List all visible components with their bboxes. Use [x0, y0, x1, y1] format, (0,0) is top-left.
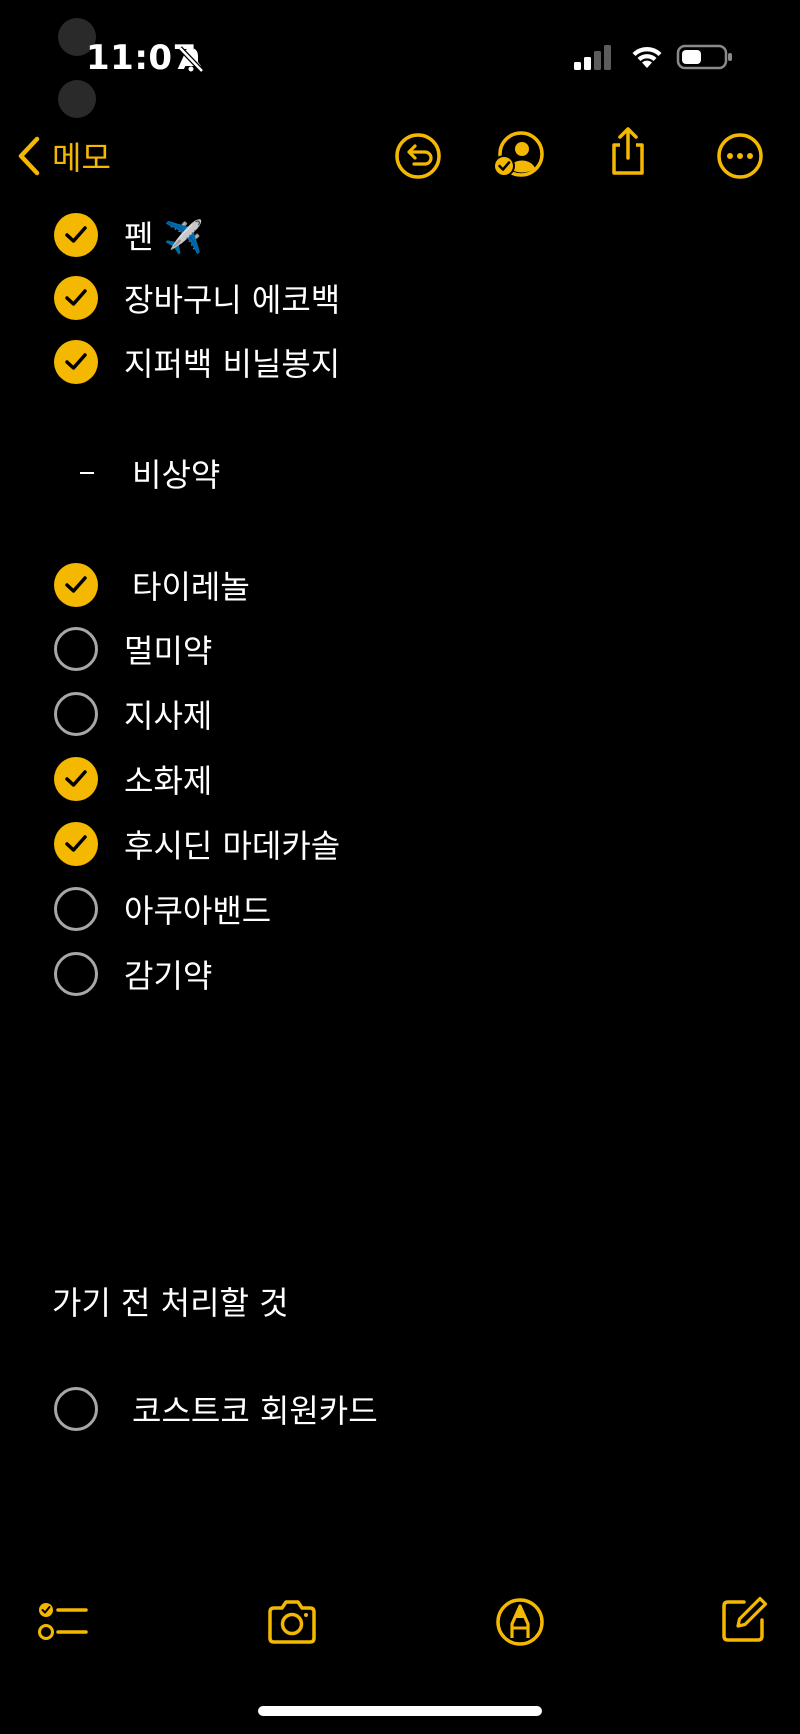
list-item-text: 장바구니 에코백 [124, 281, 341, 319]
list-item[interactable]: 지퍼백 비닐봉지 [54, 337, 340, 387]
list-item[interactable]: 감기약 [54, 949, 212, 999]
checkbox-unchecked[interactable] [54, 952, 98, 996]
dash-item-text: 비상약 [132, 456, 221, 494]
battery-icon [676, 44, 732, 70]
list-item-text: 타이레놀 [132, 568, 250, 606]
checkbox-checked[interactable] [54, 563, 98, 607]
checkbox-unchecked[interactable] [54, 1387, 98, 1431]
list-item[interactable]: 펜 ✈️ [54, 210, 203, 260]
list-item[interactable]: 아쿠아밴드 [54, 884, 271, 934]
list-item-text: 후시딘 마데카솔 [124, 827, 341, 865]
list-item[interactable]: 멀미약 [54, 624, 212, 674]
checkbox-checked[interactable] [54, 757, 98, 801]
list-item-text: 지사제 [124, 697, 213, 735]
section-heading[interactable]: 가기 전 처리할 것 [52, 1278, 289, 1324]
cellular-signal-icon [574, 45, 611, 70]
checkmark-icon [65, 226, 87, 243]
checklist-icon[interactable] [36, 1596, 92, 1652]
home-indicator[interactable] [258, 1706, 542, 1716]
list-item-text: 소화제 [124, 762, 213, 800]
bell-muted-icon [178, 46, 204, 73]
list-item[interactable]: 지사제 [54, 689, 212, 739]
share-icon[interactable] [602, 126, 654, 178]
list-item[interactable]: 소화제 [54, 754, 212, 804]
checkbox-checked[interactable] [54, 822, 98, 866]
checkbox-checked[interactable] [54, 340, 98, 384]
back-label: 메모 [52, 139, 111, 177]
checkbox-unchecked[interactable] [54, 887, 98, 931]
checkbox-unchecked[interactable] [54, 692, 98, 736]
list-item-text: 아쿠아밴드 [124, 892, 272, 930]
compose-icon[interactable] [716, 1592, 772, 1648]
checkmark-icon [65, 289, 87, 306]
checkmark-icon [65, 353, 87, 370]
dash-list-item[interactable]: 비상약 [80, 450, 220, 496]
back-button[interactable]: 메모 [16, 128, 111, 184]
list-item[interactable]: 장바구니 에코백 [54, 273, 340, 323]
checkbox-unchecked[interactable] [54, 627, 98, 671]
list-item[interactable]: 후시딘 마데카솔 [54, 819, 340, 869]
checkbox-checked[interactable] [54, 213, 98, 257]
list-item-text: 지퍼백 비닐봉지 [124, 345, 341, 383]
ellipsis-icon[interactable] [714, 130, 766, 182]
camera-icon[interactable] [264, 1594, 320, 1650]
list-item[interactable]: 코스트코 회원카드 [54, 1384, 378, 1434]
checkmark-icon [65, 835, 87, 852]
list-item-text: 코스트코 회원카드 [132, 1392, 378, 1430]
undo-icon[interactable] [392, 130, 444, 182]
list-item-text: 멀미약 [124, 632, 213, 670]
checkmark-icon [65, 576, 87, 593]
wifi-icon [632, 46, 662, 68]
markup-pen-icon[interactable] [492, 1594, 548, 1650]
ghost-checkbox [58, 80, 96, 118]
collaborate-icon[interactable] [492, 130, 544, 182]
list-item-text: 감기약 [124, 957, 213, 995]
checkbox-checked[interactable] [54, 276, 98, 320]
list-item[interactable]: 타이레놀 [54, 560, 250, 610]
dash-bullet [80, 472, 94, 474]
list-item-text: 펜 ✈️ [124, 218, 204, 256]
checkmark-icon [65, 770, 87, 787]
chevron-left-icon [18, 136, 40, 176]
